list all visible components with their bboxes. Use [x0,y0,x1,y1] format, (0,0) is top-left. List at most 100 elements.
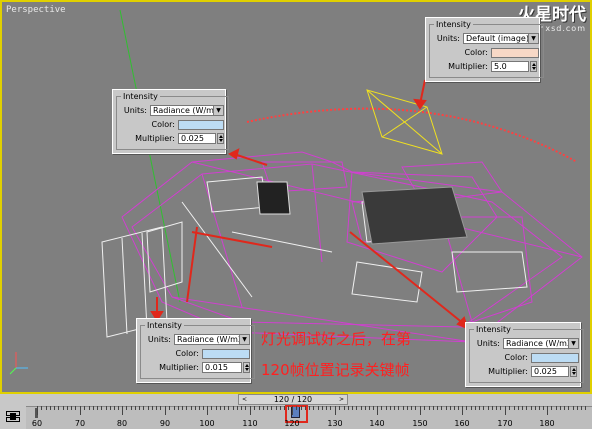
spinner-arrows-icon[interactable] [217,133,224,144]
timeline-tick [263,406,264,410]
timeline-tick-label: 130 [327,419,343,428]
timeline-tick [492,406,493,410]
timeline-tick [199,406,200,410]
multiplier-input[interactable]: 0.015 [202,362,242,373]
timeline-tick [318,406,319,410]
timeline-tick [122,406,123,415]
timeline-tick [556,406,557,410]
timeline-tick [458,406,459,410]
timeline-tick [450,406,451,410]
units-value: Radiance (W/m2/ [153,106,222,115]
multiplier-input[interactable]: 0.025 [178,133,216,144]
timeline-tick [58,406,59,410]
caption-line-1: 灯光调试好之后，在第 [261,330,412,348]
timeline-tick [305,406,306,410]
timeline-bar: < 120 / 120 > 60 70 80 90 100 110 120 130 140 150… [0,394,592,429]
timeline-tick [471,406,472,410]
intensity-panel-left: Intensity Units: Radiance (W/m2/▼ Color:… [112,89,229,154]
chevron-down-icon[interactable]: ▼ [568,339,578,348]
timeline-tick [267,406,268,410]
units-select[interactable]: Radiance (W/m2/▼ [503,338,579,349]
timeline-tick [106,406,107,410]
intensity-legend: Intensity [476,325,511,334]
units-value: Default (image) [466,34,529,43]
timeline-tick [160,406,161,410]
spinner-arrows-icon[interactable] [570,366,577,377]
chevron-down-icon[interactable]: ▼ [213,106,223,115]
timeline-tick [224,406,225,410]
axis-gizmo-icon [9,352,28,375]
multiplier-label: Multiplier: [488,367,528,376]
timeline-tick [110,406,111,410]
timeline-tick [288,406,289,410]
timeline-tick [254,406,255,410]
timeline-tick [182,406,183,410]
timeline-tick [165,406,166,415]
timeline-tick [373,406,374,410]
color-swatch[interactable] [178,119,224,130]
color-label: Color: [504,353,528,362]
timeline-tick [250,406,251,415]
timeline-tick [139,406,140,410]
timeline-tick [568,406,569,410]
timeline-tick [429,406,430,410]
timeline-tick [195,406,196,410]
chevron-down-icon[interactable]: ▼ [528,34,538,43]
color-swatch[interactable] [531,352,579,363]
timeline-tick [313,406,314,410]
timeline-tick-label: 120 [284,419,300,428]
timeline-tick [54,406,55,410]
time-slider[interactable]: < 120 / 120 > [238,394,348,405]
timeline-tick [339,406,340,410]
timeline-tick [292,406,293,415]
timeline-tick [326,406,327,410]
color-swatch[interactable] [202,348,250,359]
units-select[interactable]: Radiance (W/m2/▼ [150,105,224,116]
multiplier-input[interactable]: 0.025 [531,366,569,377]
timeline-tick [433,406,434,410]
timeline-tick [352,406,353,410]
spinner-arrows-icon[interactable] [243,362,250,373]
timeline-tick-label: 90 [159,419,171,428]
multiplier-input[interactable]: 5.0 [491,61,529,72]
viewport-label[interactable]: Perspective [6,5,66,15]
chevron-down-icon[interactable]: ▼ [239,335,249,344]
timeline-tick [369,406,370,410]
timeline-tick [581,406,582,410]
intensity-panel-bottom-left: Intensity Units: Radiance (W/m2/▼ Color:… [136,318,255,383]
time-slider-text: 120 / 120 [273,395,313,404]
perspective-viewport[interactable]: Perspective 火星时代 www.hxsd.com Intensity … [0,0,592,394]
units-label: Units: [147,335,171,344]
next-frame-button[interactable]: > [338,396,345,403]
timeline-tick [514,406,515,410]
units-select[interactable]: Radiance (W/m2/▼ [174,334,250,345]
timeline-tick [381,406,382,410]
timeline-tick [75,406,76,410]
units-select[interactable]: Default (image) ▼ [463,33,539,44]
timeline-tick [101,406,102,410]
timeline-tick [377,406,378,415]
color-label: Color: [151,120,175,129]
timeline-tick [547,406,548,415]
color-swatch[interactable] [491,47,539,58]
timeline-tick [424,406,425,410]
timeline-tick [500,406,501,410]
timeline-tick-label: 180 [539,419,555,428]
timeline-tick [237,406,238,410]
timeline-tick-label: 60 [31,419,43,428]
intensity-legend: Intensity [436,20,471,29]
timeline-tick [322,406,323,410]
timeline-tick-label: 70 [74,419,86,428]
caption-line-2: 120帧位置记录关键帧 [261,361,410,379]
track-view-icon[interactable] [6,411,20,423]
timeline-tick [259,406,260,410]
timeline-tick [71,406,72,410]
timeline-tick [301,406,302,410]
timeline-tick [89,406,90,410]
timeline-tick [276,406,277,410]
spinner-arrows-icon[interactable] [530,61,537,72]
timeline-tick-label: 110 [242,419,258,428]
timeline-tick [284,406,285,410]
multiplier-label: Multiplier: [448,62,488,71]
timeline-tick [191,406,192,410]
